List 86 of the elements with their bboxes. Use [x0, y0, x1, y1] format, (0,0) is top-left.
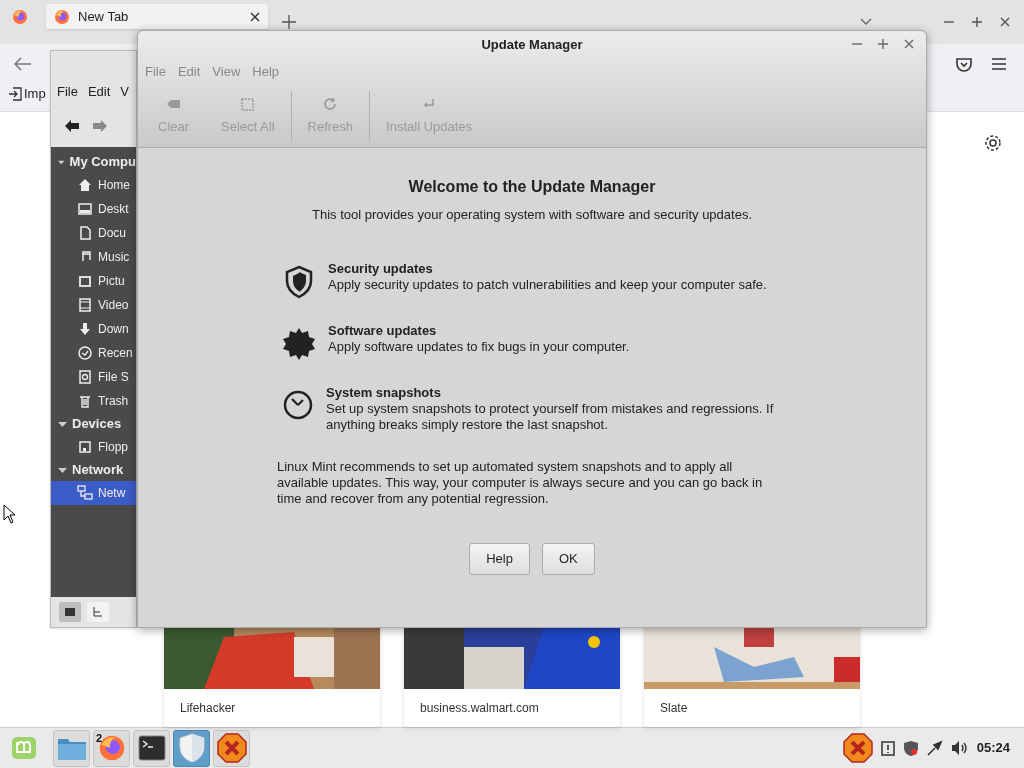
menu-item[interactable]: V [120, 82, 130, 102]
maximize-icon[interactable] [972, 17, 982, 27]
feature-description: Apply software updates to fix bugs in your computer. [328, 338, 630, 355]
sidebar-item[interactable]: Netw [51, 481, 136, 505]
plus-icon[interactable] [282, 15, 296, 29]
sidebar-item[interactable]: Flopp [51, 435, 136, 459]
firefox-icon [54, 8, 70, 25]
site-tile[interactable]: Lifehacker [164, 627, 380, 727]
menu-icon[interactable] [992, 58, 1006, 70]
shield-icon [284, 264, 314, 299]
firefox-icon [12, 9, 28, 25]
recommendation-text: Linux Mint recommends to set up automated system snapshots and to apply all available updates. This way, your computer is always secure and you can go back in time and recover from any potential regression. [277, 458, 764, 507]
clock[interactable]: 05:24 [976, 738, 1010, 758]
volume-icon[interactable] [950, 740, 969, 756]
document-icon [77, 225, 93, 241]
feature-description: Apply security updates to patch vulnerabilities and keep your computer safe. [328, 276, 767, 293]
shield-icon [178, 733, 205, 763]
sidebar-item[interactable]: Trash [51, 389, 136, 413]
dialog-button[interactable]: OK [541, 542, 595, 575]
site-label: Slate [660, 700, 688, 717]
tree-view-icon[interactable] [87, 602, 109, 622]
firefox-icon [97, 734, 126, 762]
import-icon [8, 86, 22, 101]
window-count: 2 [96, 730, 103, 746]
welcome-heading: Welcome to the Update Manager [408, 177, 656, 197]
menu-item[interactable]: File [57, 82, 78, 102]
sidebar-item[interactable]: Down [51, 317, 136, 341]
shield-icon[interactable] [902, 739, 919, 757]
recent-icon [77, 345, 93, 361]
home-icon [77, 177, 93, 193]
trash-icon [77, 393, 93, 409]
feature-title: Software updates [328, 322, 438, 339]
expanded-triangle-icon[interactable] [58, 419, 67, 429]
close-icon[interactable] [904, 39, 914, 49]
pocket-icon[interactable] [956, 56, 972, 72]
maximize-icon[interactable] [878, 39, 888, 49]
forward-arrow-icon[interactable] [93, 120, 107, 132]
x-badge-icon [216, 733, 247, 763]
video-icon [77, 297, 93, 313]
sidebar-section[interactable]: Network [51, 459, 136, 481]
site-label: business.walmart.com [420, 700, 539, 717]
desktop-icon [77, 201, 93, 217]
clipboard-icon[interactable] [880, 740, 895, 756]
site-tile[interactable]: Slate [644, 627, 860, 727]
clock-icon [282, 388, 314, 421]
sidebar-section[interactable]: My Compu [51, 151, 136, 173]
menu-item[interactable]: Edit [87, 82, 111, 102]
window-title: Update Manager [481, 36, 583, 55]
taskbar-app[interactable]: 2 [93, 729, 130, 767]
back-arrow-icon[interactable] [65, 120, 79, 132]
feature-title: System snapshots [326, 384, 442, 401]
sidebar-item[interactable]: Deskt [51, 197, 136, 221]
chevron-down-icon[interactable] [860, 18, 872, 26]
sidebar-section[interactable]: Devices [51, 413, 136, 435]
bookmark-link[interactable]: Imp [24, 84, 46, 104]
site-tile[interactable]: business.walmart.com [404, 627, 620, 727]
mouse-cursor-icon [3, 504, 15, 524]
sidebar-item[interactable]: Docu [51, 221, 136, 245]
sidebar-item[interactable]: Video [51, 293, 136, 317]
sidebar-item[interactable]: File S [51, 365, 136, 389]
folder-view-icon[interactable] [59, 602, 81, 622]
sidebar-item[interactable]: Pictu [51, 269, 136, 293]
feature-description: Set up system snapshots to protect yourself from mistakes and regressions. If anything breaks simply restore the last snapshot. [326, 400, 775, 433]
feature-title: Security updates [328, 260, 434, 277]
x-badge-icon [842, 733, 873, 763]
dialog-button[interactable]: Help [469, 542, 530, 575]
terminal-icon [137, 735, 166, 761]
floppy-icon [77, 439, 93, 455]
sidebar-item[interactable]: Recen [51, 341, 136, 365]
close-icon[interactable] [1000, 17, 1010, 27]
taskbar-app[interactable] [213, 729, 250, 767]
sidebar-item[interactable]: Home [51, 173, 136, 197]
browser-tab[interactable]: New Tab [46, 4, 268, 29]
network-icon [77, 485, 93, 501]
welcome-subtitle: This tool provides your operating system with software and security updates. [311, 206, 752, 224]
starburst-icon [282, 326, 316, 361]
settings-icon[interactable] [984, 134, 1002, 152]
sidebar-item[interactable]: Music [51, 245, 136, 269]
expanded-triangle-icon[interactable] [58, 465, 67, 475]
close-icon[interactable] [250, 11, 260, 22]
drive-icon [77, 369, 93, 385]
download-icon [77, 321, 93, 337]
select-all-icon [239, 95, 257, 113]
site-label: Lifehacker [180, 700, 236, 717]
taskbar-app[interactable] [133, 729, 170, 767]
refresh-icon [321, 95, 339, 113]
